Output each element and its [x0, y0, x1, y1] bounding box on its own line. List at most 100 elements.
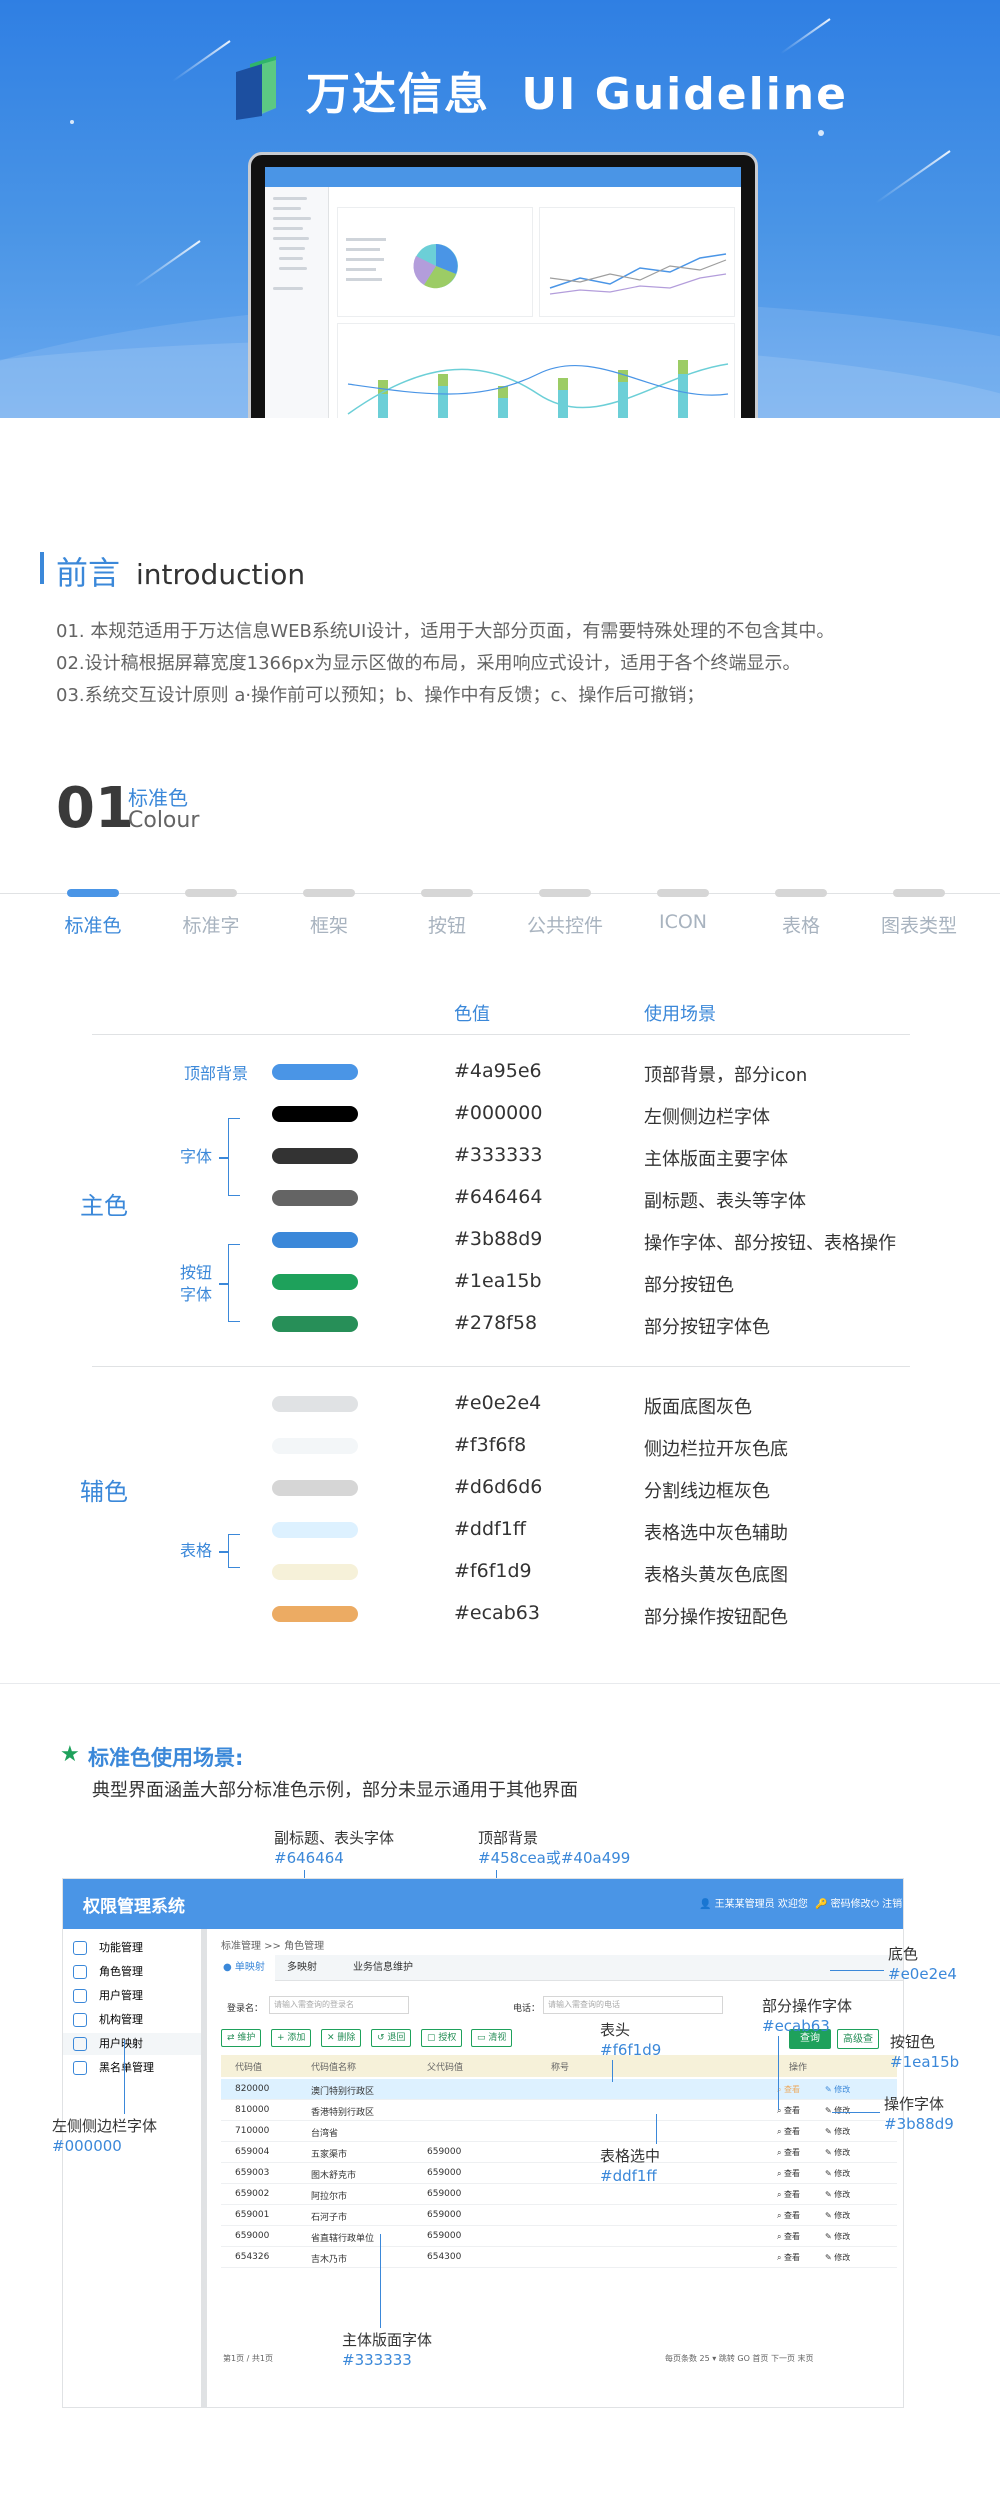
intro-text: 01. 本规范适用于万达信息WEB系统UI设计，适用于大部分页面，有需要特殊处理…: [56, 616, 956, 712]
anno-selected: 表格选中 #ddf1ff: [600, 2147, 661, 2185]
tab-table[interactable]: 表格: [746, 889, 856, 938]
table-cell: 香港特别行政区: [311, 2108, 375, 2118]
mock-tab[interactable]: 多映射: [277, 1955, 327, 1981]
color-row: #3b88d9 操作字体、部分按钮、表格操作: [0, 1220, 1000, 1262]
search-icon: ⌕: [777, 2211, 785, 2220]
edit-link[interactable]: ✎ 修改: [825, 2189, 850, 2200]
mock-tabs: ● 单映射 多映射 业务信息维护: [213, 1955, 903, 1981]
mock-login-label: 登录名：: [227, 2004, 264, 2014]
anno-subtitle-font: 副标题、表头字体 #646464: [274, 1829, 395, 1867]
mock-side-item[interactable]: 功能管理: [63, 1937, 201, 1959]
anno-base-color: 底色 #e0e2e4: [888, 1945, 957, 1983]
mock-side-item[interactable]: 黑名单管理: [63, 2057, 201, 2079]
edit-link[interactable]: ✎ 修改: [825, 2252, 850, 2263]
table-cell: 820000: [235, 2084, 270, 2094]
mock-side-item-active[interactable]: 用户映射: [63, 2033, 201, 2055]
mock-password-link[interactable]: 🔑 密码修改: [815, 1895, 871, 1910]
mock-add-button[interactable]: + 添加: [271, 2029, 312, 2047]
pencil-icon: ✎: [825, 2190, 835, 2199]
color-usage: 操作字体、部分按钮、表格操作: [644, 1233, 896, 1254]
mock-logout-link[interactable]: ⏻ 注销: [871, 1895, 902, 1910]
color-usage: 左侧侧边栏字体: [644, 1107, 770, 1128]
mock-user: 👤 王某某管理员 欢迎您: [699, 1899, 808, 1910]
search-icon: ⌕: [777, 2169, 785, 2178]
header-rule: [92, 1034, 910, 1035]
mock-authorize-button[interactable]: ▢ 授权: [421, 2029, 463, 2047]
table-row[interactable]: 710000 台湾省 ⌕ 查看 ✎ 修改: [221, 2121, 897, 2142]
table-cell: 654300: [427, 2252, 462, 2262]
view-link[interactable]: ⌕ 查看: [777, 2105, 800, 2116]
table-row[interactable]: 654326 吉木乃市 654300 ⌕ 查看 ✎ 修改: [221, 2247, 897, 2268]
view-link[interactable]: ⌕ 查看: [777, 2168, 800, 2179]
intro-line: 01. 本规范适用于万达信息WEB系统UI设计，适用于大部分页面，有需要特殊处理…: [56, 621, 835, 642]
mock-side-item[interactable]: 角色管理: [63, 1961, 201, 1983]
pencil-icon: ✎: [825, 2211, 835, 2220]
column-header-usage: 使用场景: [644, 1004, 716, 1025]
intro-title-zh: 前言: [56, 554, 121, 592]
edit-link[interactable]: ✎ 修改: [825, 2147, 850, 2158]
mock-login-input[interactable]: 请输入需查询的登录名: [269, 1996, 409, 2014]
pencil-icon: ✎: [825, 2169, 835, 2178]
table-row[interactable]: 820000 澳门特别行政区 ⌕ 查看 ✎ 修改: [221, 2079, 897, 2100]
mock-table-header: 代码值 代码值名称 父代码值 称号 操作: [221, 2055, 897, 2077]
mock-tab[interactable]: ● 单映射: [213, 1955, 275, 1981]
mock-clear-button[interactable]: ▭ 清视: [471, 2029, 513, 2047]
table-cell: 阿拉尔市: [311, 2192, 348, 2202]
view-link[interactable]: ⌕ 查看: [777, 2126, 800, 2137]
tab-chart-types[interactable]: 图表类型: [864, 889, 974, 938]
color-usage: 部分按钮色: [644, 1275, 734, 1296]
view-link[interactable]: ⌕ 查看: [777, 2147, 800, 2158]
table-row[interactable]: 659001 石河子市 659000 ⌕ 查看 ✎ 修改: [221, 2205, 897, 2226]
tab-standard-color[interactable]: 标准色: [38, 889, 148, 938]
anno-leader: [832, 2112, 880, 2113]
mock-maintain-button[interactable]: ⇄ 维护: [221, 2029, 262, 2047]
hero-banner: 万达信息 UI Guideline: [0, 0, 1000, 418]
view-link[interactable]: ⌕ 查看: [777, 2084, 800, 2095]
thumb-header: [265, 167, 741, 187]
table-row[interactable]: 659002 阿拉尔市 659000 ⌕ 查看 ✎ 修改: [221, 2184, 897, 2205]
tab-icon[interactable]: ICON: [628, 889, 738, 933]
view-link[interactable]: ⌕ 查看: [777, 2252, 800, 2263]
tab-frame[interactable]: 框架: [274, 889, 384, 938]
tab-button[interactable]: 按钮: [392, 889, 502, 938]
pencil-icon: ✎: [825, 2106, 835, 2115]
color-hex: #3b88d9: [454, 1228, 543, 1250]
pencil-icon: ✎: [825, 2148, 835, 2157]
table-cell: 图木舒克市: [311, 2171, 357, 2181]
thumb-pie-panel: [337, 207, 533, 317]
edit-link[interactable]: ✎ 修改: [825, 2105, 850, 2116]
table-row[interactable]: 659000 省直辖行政单位 659000 ⌕ 查看 ✎ 修改: [221, 2226, 897, 2247]
mock-return-button[interactable]: ↺ 退回: [371, 2029, 412, 2047]
pencil-icon: ✎: [825, 2085, 835, 2094]
table-cell: 659001: [235, 2210, 270, 2220]
table-row[interactable]: 659004 五家渠市 659000 ⌕ 查看 ✎ 修改: [221, 2142, 897, 2163]
hero-title: 万达信息 UI Guideline: [306, 58, 848, 122]
edit-link[interactable]: ✎ 修改: [825, 2126, 850, 2137]
mock-pager-controls[interactable]: 每页条数 25 ▾ 跳转 GO 首页 下一页 末页: [665, 2353, 814, 2364]
mock-phone-input[interactable]: 请输入需查询的电话: [543, 1996, 723, 2014]
section-number: 01: [56, 776, 134, 841]
view-link[interactable]: ⌕ 查看: [777, 2189, 800, 2200]
edit-link[interactable]: ✎ 修改: [825, 2231, 850, 2242]
table-cell: 810000: [235, 2105, 270, 2115]
view-link[interactable]: ⌕ 查看: [777, 2210, 800, 2221]
tab-standard-font[interactable]: 标准字: [156, 889, 266, 938]
laptop-illustration: [208, 152, 798, 418]
mock-delete-button[interactable]: ✕ 删除: [321, 2029, 362, 2047]
view-link[interactable]: ⌕ 查看: [777, 2231, 800, 2242]
tab-common-controls[interactable]: 公共控件: [510, 889, 620, 938]
table-cell: 台湾省: [311, 2129, 339, 2139]
table-cell: 五家渠市: [311, 2150, 348, 2160]
edit-link[interactable]: ✎ 修改: [825, 2084, 850, 2095]
mock-side-item[interactable]: 机构管理: [63, 2009, 201, 2031]
table-row[interactable]: 810000 香港特别行政区 ⌕ 查看 ✎ 修改: [221, 2100, 897, 2121]
mock-side-item[interactable]: 用户管理: [63, 1985, 201, 2007]
anno-leader: [656, 2114, 657, 2144]
edit-link[interactable]: ✎ 修改: [825, 2168, 850, 2179]
mock-tab[interactable]: 业务信息维护: [343, 1955, 423, 1981]
edit-link[interactable]: ✎ 修改: [825, 2210, 850, 2221]
table-row[interactable]: 659003 图木舒克市 659000 ⌕ 查看 ✎ 修改: [221, 2163, 897, 2184]
table-cell: 654326: [235, 2252, 270, 2262]
color-row: #333333 主体版面主要字体: [0, 1136, 1000, 1178]
color-row: #4a95e6 顶部背景，部分icon: [0, 1052, 1000, 1094]
